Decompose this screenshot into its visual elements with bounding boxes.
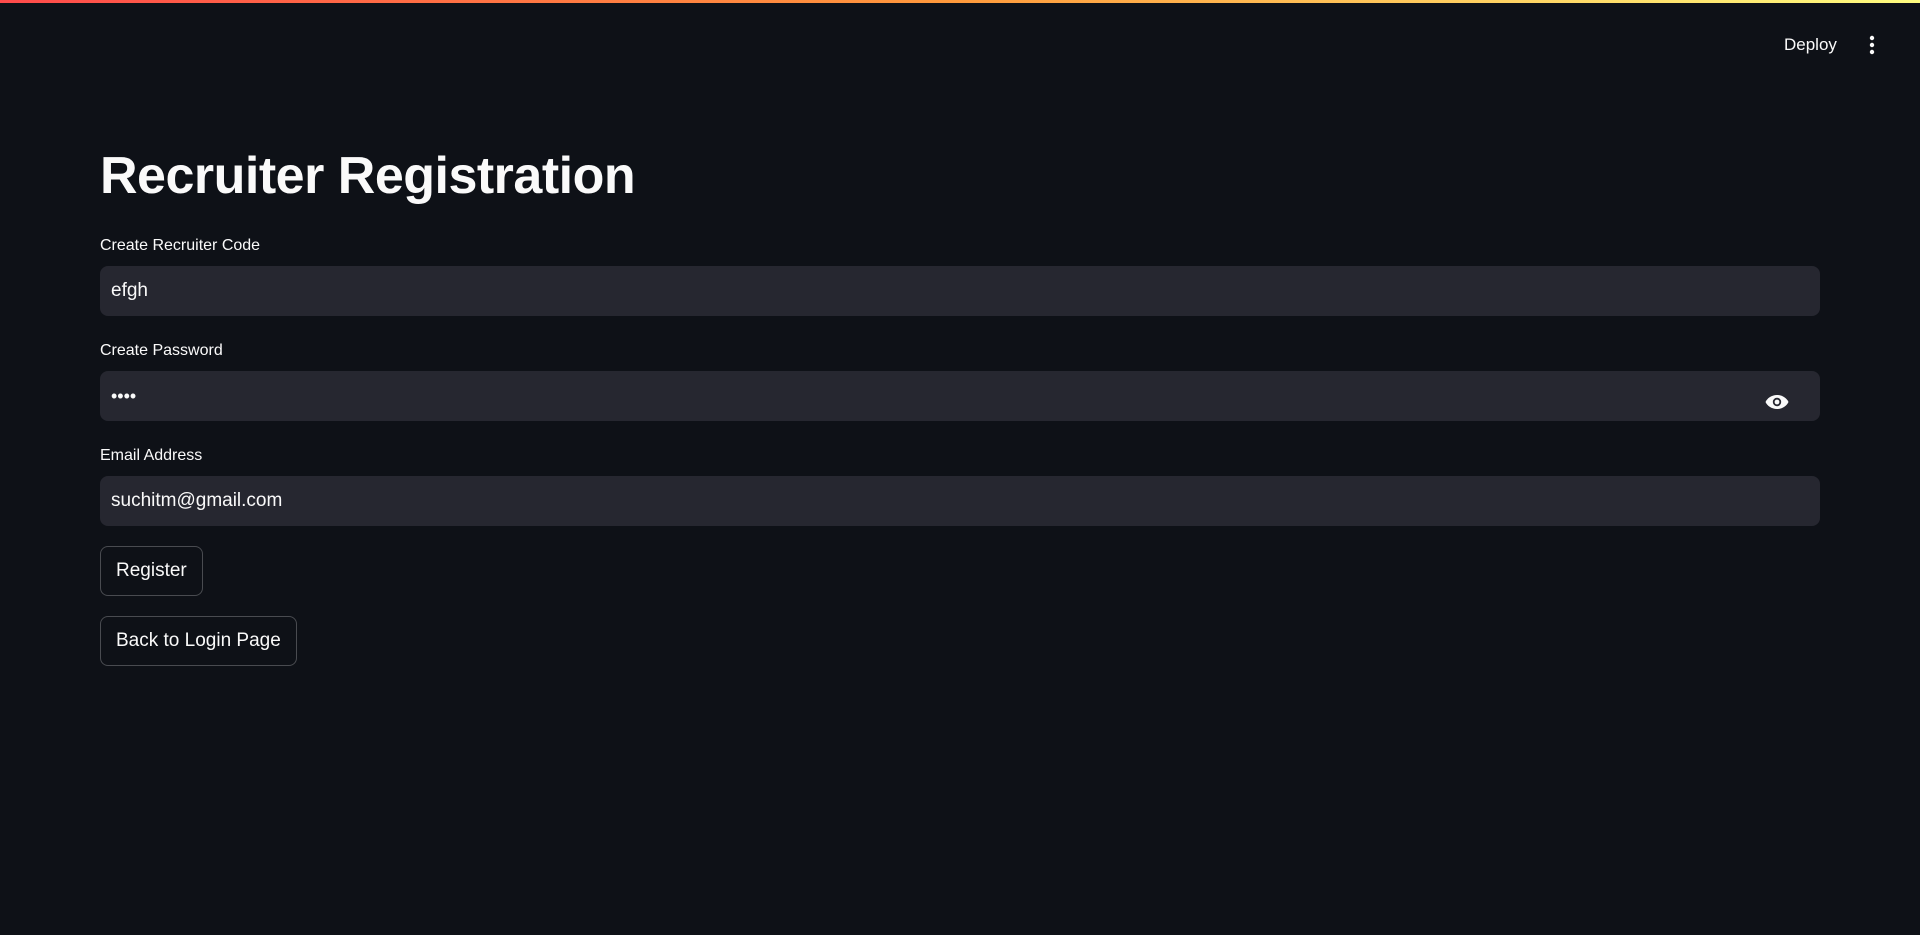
- register-button[interactable]: Register: [100, 546, 203, 596]
- email-input[interactable]: suchitm@gmail.com: [100, 476, 1820, 526]
- password-value: ••••: [111, 386, 137, 406]
- recruiter-code-input[interactable]: efgh: [100, 266, 1820, 316]
- eye-icon: [1765, 395, 1789, 409]
- main-menu-button[interactable]: [1860, 28, 1884, 62]
- back-to-login-button[interactable]: Back to Login Page: [100, 616, 297, 666]
- password-input[interactable]: ••••: [100, 371, 1820, 421]
- recruiter-code-label: Create Recruiter Code: [100, 237, 261, 254]
- more-vertical-icon: [1869, 35, 1875, 55]
- deploy-button[interactable]: Deploy: [1772, 28, 1849, 62]
- show-password-toggle[interactable]: [1764, 384, 1792, 409]
- app-header: Deploy: [0, 0, 1920, 90]
- password-label: Create Password: [100, 342, 223, 359]
- email-label: Email Address: [100, 447, 203, 464]
- page-title: Recruiter Registration: [100, 147, 636, 205]
